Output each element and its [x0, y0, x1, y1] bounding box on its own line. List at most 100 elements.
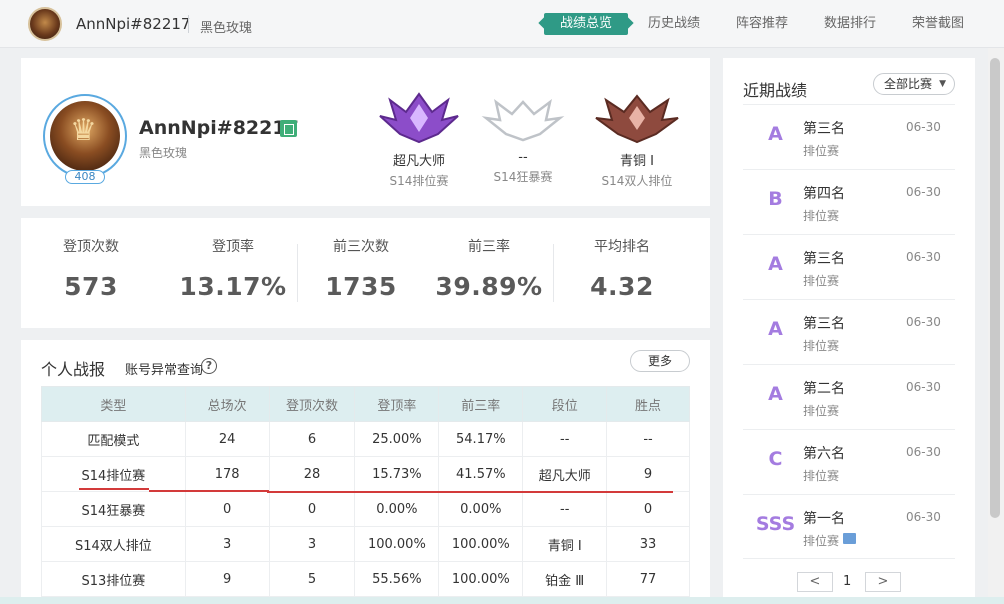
stat-value: 13.17% — [179, 272, 287, 301]
col-header: 登顶次数 — [268, 386, 356, 422]
cell-total: 0 — [184, 491, 270, 527]
scrollbar-thumb[interactable] — [990, 58, 1000, 518]
report-card: 个人战报 账号异常查询 ? 更多 类型 总场次 登顶次数 登顶率 前三率 段位 … — [21, 340, 710, 604]
cell-top1-rate: 55.56% — [354, 561, 440, 597]
copy-icon[interactable] — [280, 120, 297, 137]
header-server: 黑色玫瑰 — [200, 21, 253, 36]
table-row: 匹配模式 24 6 25.00% 54.17% -- -- — [41, 421, 690, 457]
tab-overview[interactable]: 战绩总览 — [544, 13, 629, 35]
cell-top1: 0 — [268, 491, 356, 527]
match-item[interactable]: B 第四名 排位赛 06-30 — [743, 169, 955, 234]
cell-total: 178 — [184, 456, 270, 492]
stat-value: 1735 — [325, 272, 397, 301]
col-header: 胜点 — [606, 386, 690, 422]
match-grade: A — [768, 383, 783, 405]
stat-label: 登顶次数 — [63, 239, 119, 255]
cell-top1-rate: 100.00% — [354, 526, 440, 562]
cell-type: S13排位赛 — [41, 561, 186, 597]
rank-s14-ranked[interactable]: 超凡大师 S14排位赛 — [364, 88, 474, 189]
unranked-emblem-icon — [481, 98, 565, 142]
cell-points: -- — [606, 421, 690, 457]
cell-type: S14排位赛 — [41, 456, 186, 492]
stats-card: 登顶次数 573 登顶率 13.17% 前三次数 1735 前三率 39.89%… — [21, 218, 710, 328]
match-filter-dropdown[interactable]: 全部比赛 ▼ — [873, 73, 955, 95]
stat-top1-count: 登顶次数 573 — [26, 236, 156, 301]
bronze-emblem-icon — [595, 94, 679, 144]
profile-avatar — [50, 101, 120, 171]
cell-top3-rate: 100.00% — [438, 526, 524, 562]
cell-type: S14狂暴赛 — [41, 491, 186, 527]
header-divider — [188, 15, 189, 33]
cell-top3-rate: 41.57% — [438, 456, 524, 492]
cell-top1: 28 — [268, 456, 356, 492]
match-mode: 排位赛 — [803, 209, 840, 223]
match-date: 06-30 — [906, 380, 941, 394]
annotation-underline — [79, 488, 149, 490]
table-row: S14狂暴赛 0 0 0.00% 0.00% -- 0 — [41, 491, 690, 527]
screenshot-icon[interactable] — [843, 533, 856, 544]
rank-s14-duo[interactable]: 青铜 Ⅰ S14双人排位 — [582, 88, 692, 189]
match-item[interactable]: A 第三名 排位赛 06-30 — [743, 104, 955, 169]
cell-top1-rate: 15.73% — [354, 456, 440, 492]
account-anomaly-link[interactable]: 账号异常查询 — [125, 359, 203, 378]
profile-avatar-ring — [43, 94, 127, 178]
profile-server: 黑色玫瑰 — [139, 146, 188, 160]
more-button[interactable]: 更多 — [630, 350, 690, 372]
header-username: AnnNpi#82217 — [76, 15, 191, 33]
match-mode: 排位赛 — [803, 144, 840, 158]
cell-total: 9 — [184, 561, 270, 597]
rank-s14-hyper[interactable]: -- S14狂暴赛 — [468, 88, 578, 185]
cell-total: 3 — [184, 526, 270, 562]
match-item[interactable]: SSS 第一名 排位赛 06-30 — [743, 494, 955, 559]
cell-top3-rate: 0.00% — [438, 491, 524, 527]
rank-season: S14排位赛 — [389, 174, 449, 188]
cell-tier: -- — [522, 421, 608, 457]
prev-page-button[interactable]: < — [797, 572, 833, 592]
stat-top3-rate: 前三率 39.89% — [424, 236, 554, 301]
match-date: 06-30 — [906, 510, 941, 524]
match-mode: 排位赛 — [803, 404, 840, 418]
rank-name: 超凡大师 — [392, 154, 445, 169]
bottom-strip — [0, 597, 1004, 604]
table-header-row: 类型 总场次 登顶次数 登顶率 前三率 段位 胜点 — [41, 386, 690, 422]
recent-title: 近期战绩 — [743, 81, 808, 100]
help-icon[interactable]: ? — [201, 358, 217, 374]
filter-label: 全部比赛 — [884, 77, 933, 91]
recent-matches-panel: 近期战绩 全部比赛 ▼ A 第三名 排位赛 06-30 B 第四名 排位赛 06… — [723, 58, 975, 604]
current-page: 1 — [843, 574, 852, 589]
cell-top3-rate: 54.17% — [438, 421, 524, 457]
col-header: 总场次 — [184, 386, 270, 422]
match-place: 第六名 — [803, 446, 845, 462]
header-avatar[interactable] — [28, 7, 62, 41]
profile-card: 408 AnnNpi#82217 黑色玫瑰 超凡大师 S14排位赛 -- S14… — [21, 58, 710, 206]
cell-tier: 铂金 Ⅲ — [522, 561, 608, 597]
cell-tier: -- — [522, 491, 608, 527]
tab-honor[interactable]: 荣誉截图 — [912, 13, 964, 35]
match-item[interactable]: A 第三名 排位赛 06-30 — [743, 234, 955, 299]
tab-lineups[interactable]: 阵容推荐 — [736, 13, 788, 35]
match-mode: 排位赛 — [803, 339, 840, 353]
annotation-underline — [267, 491, 673, 493]
col-header: 前三率 — [438, 386, 524, 422]
table-row: S13排位赛 9 5 55.56% 100.00% 铂金 Ⅲ 77 — [41, 561, 690, 597]
cell-type: S14双人排位 — [41, 526, 186, 562]
match-date: 06-30 — [906, 445, 941, 459]
match-mode: 排位赛 — [803, 534, 840, 548]
match-item[interactable]: A 第三名 排位赛 06-30 — [743, 299, 955, 364]
level-badge: 408 — [65, 170, 105, 184]
top-bar: AnnNpi#82217 黑色玫瑰 战绩总览 历史战绩 阵容推荐 数据排行 荣誉… — [0, 0, 1004, 48]
match-item[interactable]: C 第六名 排位赛 06-30 — [743, 429, 955, 494]
tab-history[interactable]: 历史战绩 — [648, 13, 700, 35]
tab-rankings[interactable]: 数据排行 — [824, 13, 876, 35]
stat-label: 前三次数 — [333, 239, 389, 255]
stat-value: 39.89% — [435, 272, 543, 301]
chevron-down-icon: ▼ — [939, 79, 946, 89]
cell-tier: 超凡大师 — [522, 456, 608, 492]
next-page-button[interactable]: > — [865, 572, 901, 592]
stats-divider — [553, 244, 554, 302]
stat-label: 登顶率 — [212, 239, 254, 255]
match-mode: 排位赛 — [803, 469, 840, 483]
match-item[interactable]: A 第二名 排位赛 06-30 — [743, 364, 955, 429]
match-date: 06-30 — [906, 315, 941, 329]
match-place: 第四名 — [803, 186, 845, 202]
